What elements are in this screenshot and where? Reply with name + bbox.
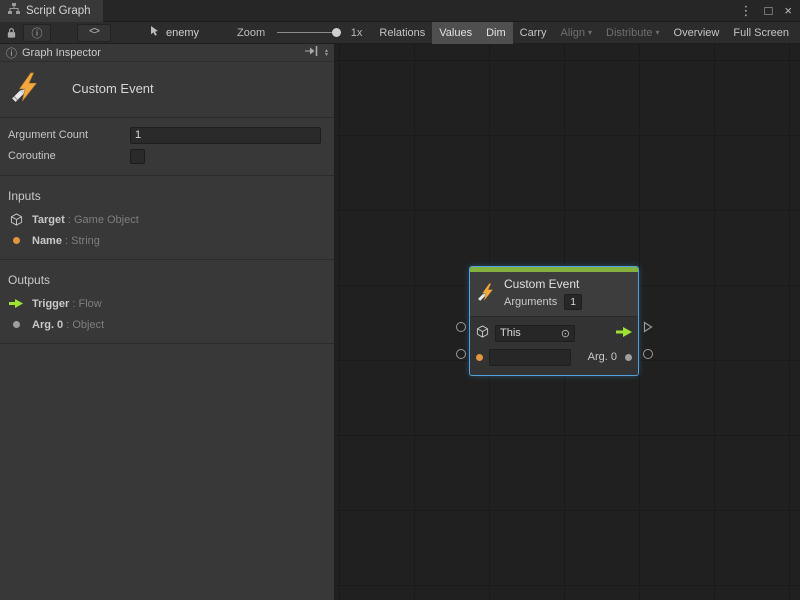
custom-event-icon bbox=[12, 72, 42, 105]
coroutine-label: Coroutine bbox=[8, 150, 130, 162]
arg0-label: Arg. 0 bbox=[588, 351, 617, 363]
inputs-section: Inputs Target : Game Object Name : Strin… bbox=[0, 176, 334, 260]
arguments-count-box[interactable]: 1 bbox=[564, 294, 582, 310]
object-port-dot bbox=[13, 321, 20, 328]
carry-button[interactable]: Carry bbox=[513, 22, 554, 44]
flow-arrow-icon bbox=[8, 299, 24, 308]
input-port-target[interactable] bbox=[456, 322, 466, 332]
port-type: : String bbox=[65, 235, 100, 247]
tab-label: Script Graph bbox=[26, 5, 91, 17]
code-icon: <> bbox=[89, 27, 99, 38]
fullscreen-button[interactable]: Full Screen bbox=[726, 22, 796, 44]
values-button[interactable]: Values bbox=[432, 22, 479, 44]
node-row-target: This ⊙ bbox=[476, 321, 632, 345]
window-menu-icon[interactable]: ⋮ bbox=[740, 3, 753, 19]
dim-button[interactable]: Dim bbox=[479, 22, 513, 44]
argument-count-label: Argument Count bbox=[8, 129, 130, 141]
port-row-arg0: Arg. 0 : Object bbox=[0, 314, 334, 335]
argument-count-input[interactable] bbox=[130, 127, 321, 144]
unity-script-graph-window: Script Graph ⋮ □ × ⓘ <> enemy Zoom 1x bbox=[0, 0, 800, 600]
port-type: : Object bbox=[66, 319, 104, 331]
chevron-down-icon: ▾ bbox=[656, 29, 660, 37]
custom-event-icon bbox=[478, 283, 496, 304]
align-button: Align▾ bbox=[554, 22, 599, 44]
node-header: Custom Event Arguments 1 bbox=[470, 272, 638, 317]
graph-inspector-panel: ⓘ Graph Inspector ▴▾ Custom Event bbox=[0, 44, 335, 600]
port-type: : Game Object bbox=[68, 214, 139, 226]
output-port-trigger[interactable] bbox=[643, 321, 653, 336]
dock-panel-icon[interactable] bbox=[305, 46, 318, 59]
lock-icon[interactable] bbox=[4, 27, 19, 39]
port-row-target: Target : Game Object bbox=[0, 209, 334, 230]
zoom-value: 1x bbox=[351, 27, 363, 39]
event-title: Custom Event bbox=[72, 81, 154, 96]
event-name-input[interactable] bbox=[489, 349, 571, 366]
node-body: This ⊙ Arg. 0 bbox=[470, 317, 638, 375]
port-row-name: Name : String bbox=[0, 230, 334, 251]
zoom-label: Zoom bbox=[237, 27, 265, 39]
cube-icon bbox=[8, 213, 24, 226]
chevron-down-icon: ▾ bbox=[588, 29, 592, 37]
window-titlebar: Script Graph ⋮ □ × bbox=[0, 0, 800, 22]
zoom-slider[interactable] bbox=[277, 32, 339, 33]
info-icon: ⓘ bbox=[32, 25, 43, 41]
window-maximize-icon[interactable]: □ bbox=[765, 3, 773, 18]
event-header: Custom Event bbox=[0, 62, 334, 118]
panel-scrubber[interactable]: ▴▾ bbox=[323, 49, 330, 57]
flow-output-port[interactable] bbox=[616, 327, 632, 340]
cube-icon bbox=[476, 325, 489, 341]
output-port-arg0[interactable] bbox=[643, 349, 653, 359]
node-custom-event[interactable]: Custom Event Arguments 1 This ⊙ bbox=[470, 267, 638, 375]
port-name: Name bbox=[32, 235, 62, 247]
node-row-arg0: Arg. 0 bbox=[476, 345, 632, 369]
outputs-heading: Outputs bbox=[0, 266, 334, 293]
zoom-slider-knob[interactable] bbox=[332, 28, 341, 37]
graph-inspector-header: ⓘ Graph Inspector ▴▾ bbox=[0, 44, 334, 62]
info-toggle-button[interactable]: ⓘ bbox=[23, 24, 51, 42]
cursor-icon bbox=[149, 25, 161, 40]
string-port-dot bbox=[13, 237, 20, 244]
script-graph-icon bbox=[8, 3, 20, 18]
graph-breadcrumb[interactable]: enemy bbox=[149, 25, 199, 40]
port-type: : Flow bbox=[72, 298, 101, 310]
port-row-trigger: Trigger : Flow bbox=[0, 293, 334, 314]
relations-button[interactable]: Relations bbox=[372, 22, 432, 44]
inputs-heading: Inputs bbox=[0, 182, 334, 209]
target-object-dropdown[interactable]: This ⊙ bbox=[495, 325, 575, 342]
toolbar-buttons: Relations Values Dim Carry Align▾ Distri… bbox=[372, 22, 796, 44]
graph-name: enemy bbox=[166, 27, 199, 39]
port-name: Trigger bbox=[32, 298, 69, 310]
object-output-port[interactable] bbox=[625, 354, 632, 361]
port-name: Target bbox=[32, 214, 65, 226]
distribute-button: Distribute▾ bbox=[599, 22, 666, 44]
argument-count-row: Argument Count bbox=[0, 125, 334, 145]
input-port-name[interactable] bbox=[456, 349, 466, 359]
info-icon: ⓘ bbox=[6, 45, 17, 61]
window-controls: ⋮ □ × bbox=[740, 3, 800, 19]
string-input-port[interactable] bbox=[476, 354, 483, 361]
coroutine-checkbox[interactable] bbox=[130, 149, 145, 164]
node-arguments: Arguments 1 bbox=[504, 294, 582, 310]
coroutine-row: Coroutine bbox=[0, 146, 334, 166]
overview-button[interactable]: Overview bbox=[667, 22, 727, 44]
node-title: Custom Event bbox=[504, 277, 582, 291]
window-close-icon[interactable]: × bbox=[784, 3, 792, 18]
panel-title: Graph Inspector bbox=[22, 47, 300, 59]
graph-canvas[interactable]: Custom Event Arguments 1 This ⊙ bbox=[335, 44, 800, 600]
object-picker-icon[interactable]: ⊙ bbox=[561, 327, 570, 340]
target-value: This bbox=[500, 327, 521, 339]
graph-toolbar: ⓘ <> enemy Zoom 1x Relations Values Dim … bbox=[0, 22, 800, 44]
code-view-button[interactable]: <> bbox=[77, 24, 111, 42]
arguments-label: Arguments bbox=[504, 296, 557, 308]
port-name: Arg. 0 bbox=[32, 319, 63, 331]
tab-script-graph[interactable]: Script Graph bbox=[0, 0, 103, 22]
outputs-section: Outputs Trigger : Flow Arg. 0 : Object bbox=[0, 260, 334, 344]
event-fields: Argument Count Coroutine bbox=[0, 118, 334, 176]
